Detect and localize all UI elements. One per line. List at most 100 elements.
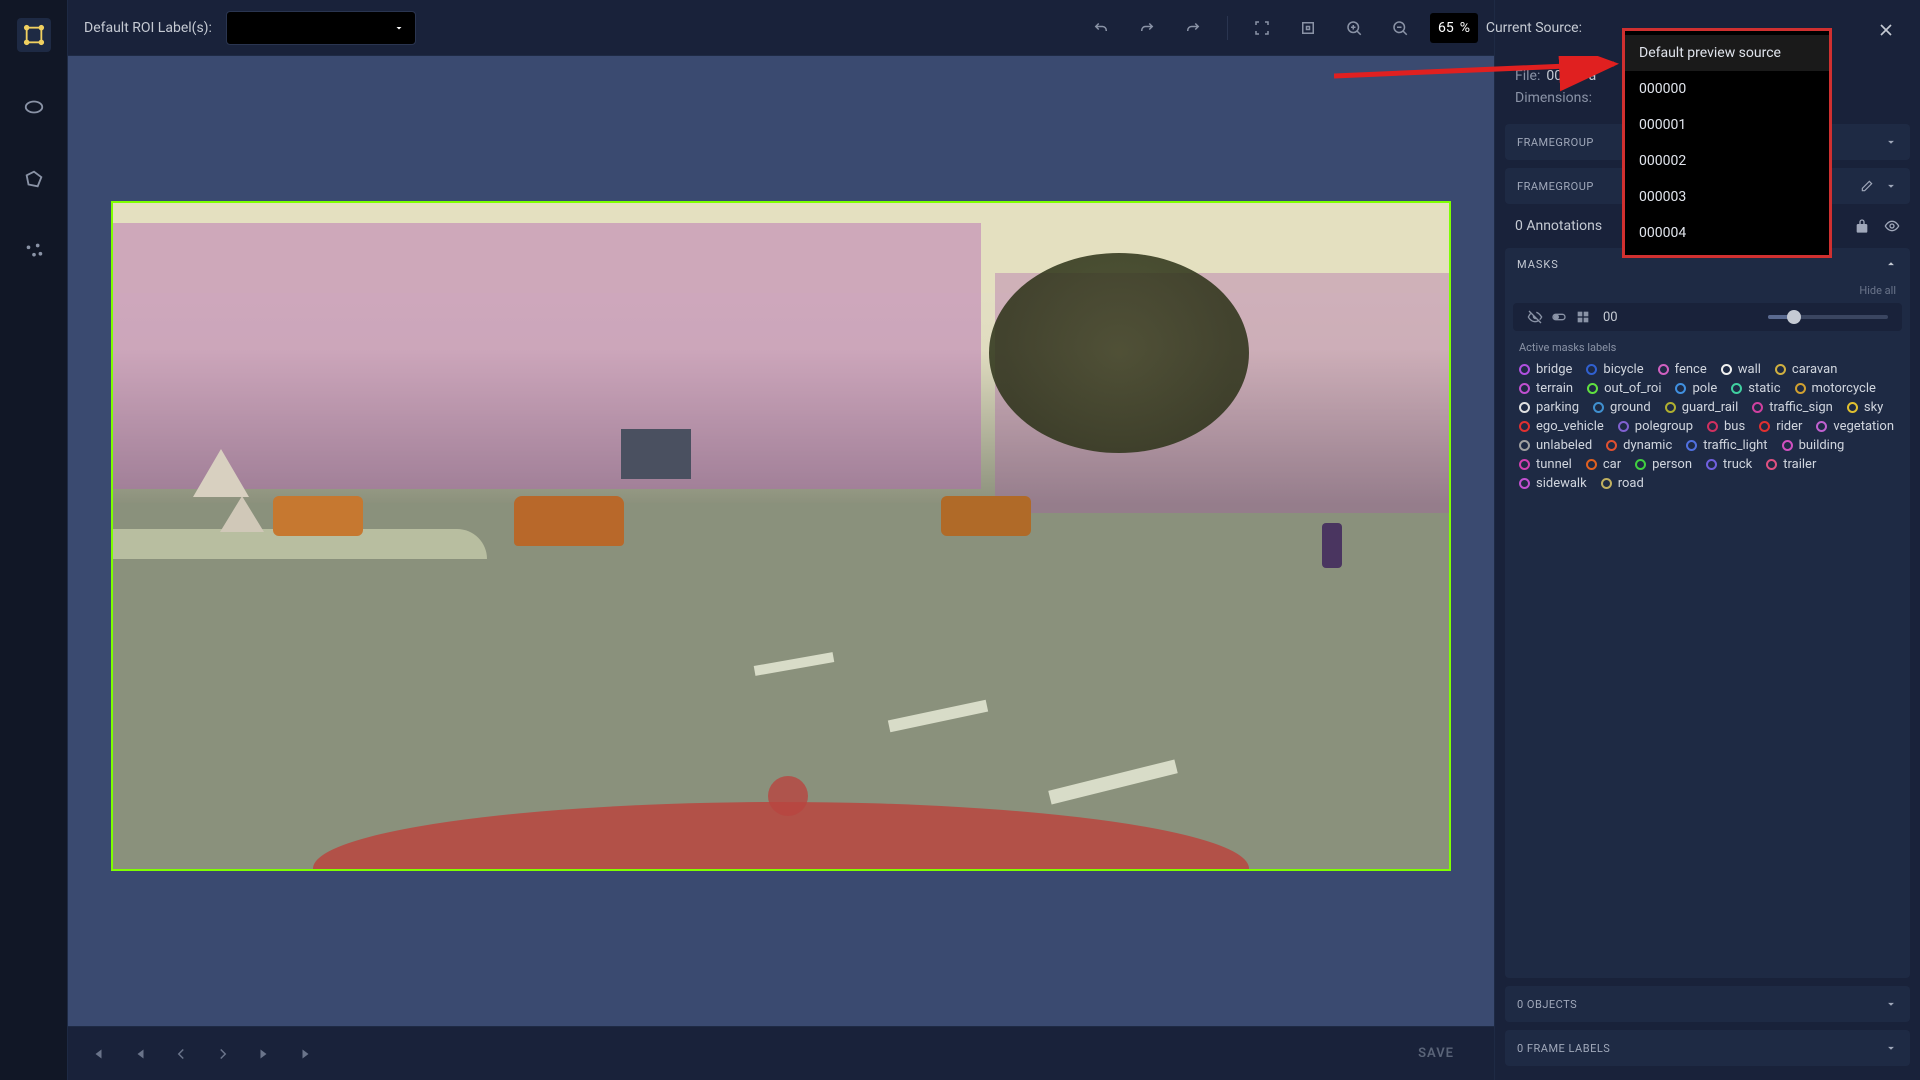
active-masks-heading: Active masks labels: [1505, 331, 1910, 360]
zoom-value: 65: [1438, 20, 1454, 36]
tool-bbox[interactable]: [17, 18, 51, 52]
mask-label-trailer[interactable]: trailer: [1766, 457, 1816, 472]
mask-label-dynamic[interactable]: dynamic: [1606, 438, 1672, 453]
roi-label-select[interactable]: [226, 11, 416, 45]
mask-label-unlabeled[interactable]: unlabeled: [1519, 438, 1592, 453]
color-dot: [1519, 440, 1530, 451]
zoom-in-button[interactable]: [1338, 12, 1370, 44]
mask-label-traffic_light[interactable]: traffic_light: [1686, 438, 1767, 453]
source-dropdown[interactable]: Default preview source 00000000000100000…: [1622, 28, 1832, 258]
nav-last[interactable]: [298, 1045, 316, 1063]
mask-label-truck[interactable]: truck: [1706, 457, 1752, 472]
mask-label-ego_vehicle[interactable]: ego_vehicle: [1519, 419, 1604, 434]
mask-label-tunnel[interactable]: tunnel: [1519, 457, 1572, 472]
mask-label-car[interactable]: car: [1586, 457, 1621, 472]
nav-next[interactable]: [214, 1045, 232, 1063]
mask-label-out_of_roi[interactable]: out_of_roi: [1587, 381, 1661, 396]
mask-label-vegetation[interactable]: vegetation: [1816, 419, 1894, 434]
color-dot: [1586, 364, 1597, 375]
mask-label-building[interactable]: building: [1782, 438, 1845, 453]
zoom-display[interactable]: 65 %: [1430, 13, 1478, 43]
eye-icon[interactable]: [1884, 218, 1900, 234]
color-dot: [1721, 364, 1732, 375]
chevron-down-icon: [1884, 179, 1898, 193]
grid-icon[interactable]: [1575, 309, 1591, 325]
close-icon: [1876, 20, 1896, 40]
mask-label-road[interactable]: road: [1601, 476, 1644, 491]
canvas-viewport[interactable]: [68, 56, 1494, 1026]
color-dot: [1782, 440, 1793, 451]
mask-label-fence[interactable]: fence: [1658, 362, 1707, 377]
dropdown-item[interactable]: 000004: [1625, 215, 1829, 251]
close-button[interactable]: [1868, 12, 1904, 48]
nav-next-key[interactable]: [256, 1045, 274, 1063]
mask-labels-grid: bridge bicycle fence wall caravan terrain out_…: [1505, 360, 1910, 493]
nav-first[interactable]: [88, 1045, 106, 1063]
chevron-down-icon: [1884, 997, 1898, 1011]
dropdown-item[interactable]: 000002: [1625, 143, 1829, 179]
mask-label-bridge[interactable]: bridge: [1519, 362, 1572, 377]
dropdown-item[interactable]: 000000: [1625, 71, 1829, 107]
zoom-out-button[interactable]: [1384, 12, 1416, 44]
dropdown-item[interactable]: 000003: [1625, 179, 1829, 215]
mask-label-wall[interactable]: wall: [1721, 362, 1761, 377]
fit-screen-button[interactable]: [1246, 12, 1278, 44]
color-dot: [1707, 421, 1718, 432]
tool-points[interactable]: [17, 234, 51, 268]
undo-button[interactable]: [1085, 12, 1117, 44]
annotation-canvas[interactable]: [111, 201, 1451, 871]
default-roi-label: Default ROI Label(s):: [84, 20, 212, 36]
mask-controls: 00: [1513, 303, 1902, 331]
mask-label-static[interactable]: static: [1731, 381, 1780, 396]
mask-label-polegroup[interactable]: polegroup: [1618, 419, 1693, 434]
color-dot: [1686, 440, 1697, 451]
redo2-button[interactable]: [1177, 12, 1209, 44]
color-dot: [1816, 421, 1827, 432]
opacity-slider[interactable]: [1768, 315, 1888, 319]
dropdown-item[interactable]: 000001: [1625, 107, 1829, 143]
mask-label-caravan[interactable]: caravan: [1775, 362, 1837, 377]
mask-label-person[interactable]: person: [1635, 457, 1692, 472]
color-dot: [1847, 402, 1858, 413]
mask-label-pole[interactable]: pole: [1675, 381, 1717, 396]
mask-label-parking[interactable]: parking: [1519, 400, 1579, 415]
nav-prev-key[interactable]: [130, 1045, 148, 1063]
frame-labels-section[interactable]: 0 FRAME LABELS: [1505, 1030, 1910, 1066]
tool-ellipse[interactable]: [17, 90, 51, 124]
mask-label-bus[interactable]: bus: [1707, 419, 1745, 434]
color-dot: [1519, 478, 1530, 489]
redo-button[interactable]: [1131, 12, 1163, 44]
color-dot: [1606, 440, 1617, 451]
color-dot: [1635, 459, 1646, 470]
color-dot: [1665, 402, 1676, 413]
save-button[interactable]: SAVE: [1398, 1038, 1474, 1069]
color-dot: [1675, 383, 1686, 394]
mask-label-traffic_sign[interactable]: traffic_sign: [1752, 400, 1833, 415]
hide-all-button[interactable]: Hide all: [1505, 280, 1910, 303]
mask-label-motorcycle[interactable]: motorcycle: [1795, 381, 1876, 396]
mask-label-rider[interactable]: rider: [1759, 419, 1802, 434]
actual-size-button[interactable]: [1292, 12, 1324, 44]
mask-label-sidewalk[interactable]: sidewalk: [1519, 476, 1587, 491]
nav-prev[interactable]: [172, 1045, 190, 1063]
eye-off-icon[interactable]: [1527, 309, 1543, 325]
objects-section[interactable]: 0 OBJECTS: [1505, 986, 1910, 1022]
color-dot: [1775, 364, 1786, 375]
tool-polygon[interactable]: [17, 162, 51, 196]
color-dot: [1658, 364, 1669, 375]
mask-label-guard_rail[interactable]: guard_rail: [1665, 400, 1739, 415]
color-dot: [1519, 383, 1530, 394]
color-dot: [1519, 459, 1530, 470]
mask-label-terrain[interactable]: terrain: [1519, 381, 1573, 396]
mask-label-sky[interactable]: sky: [1847, 400, 1883, 415]
chevron-up-icon: [1884, 257, 1898, 271]
mask-label-ground[interactable]: ground: [1593, 400, 1651, 415]
lock-icon[interactable]: [1854, 218, 1870, 234]
toggle-icon[interactable]: [1551, 309, 1567, 325]
mask-label-bicycle[interactable]: bicycle: [1586, 362, 1643, 377]
color-dot: [1706, 459, 1717, 470]
edit-icon[interactable]: [1860, 179, 1874, 193]
dropdown-header[interactable]: Default preview source: [1625, 35, 1829, 71]
slider-thumb[interactable]: [1787, 310, 1801, 324]
color-dot: [1759, 421, 1770, 432]
